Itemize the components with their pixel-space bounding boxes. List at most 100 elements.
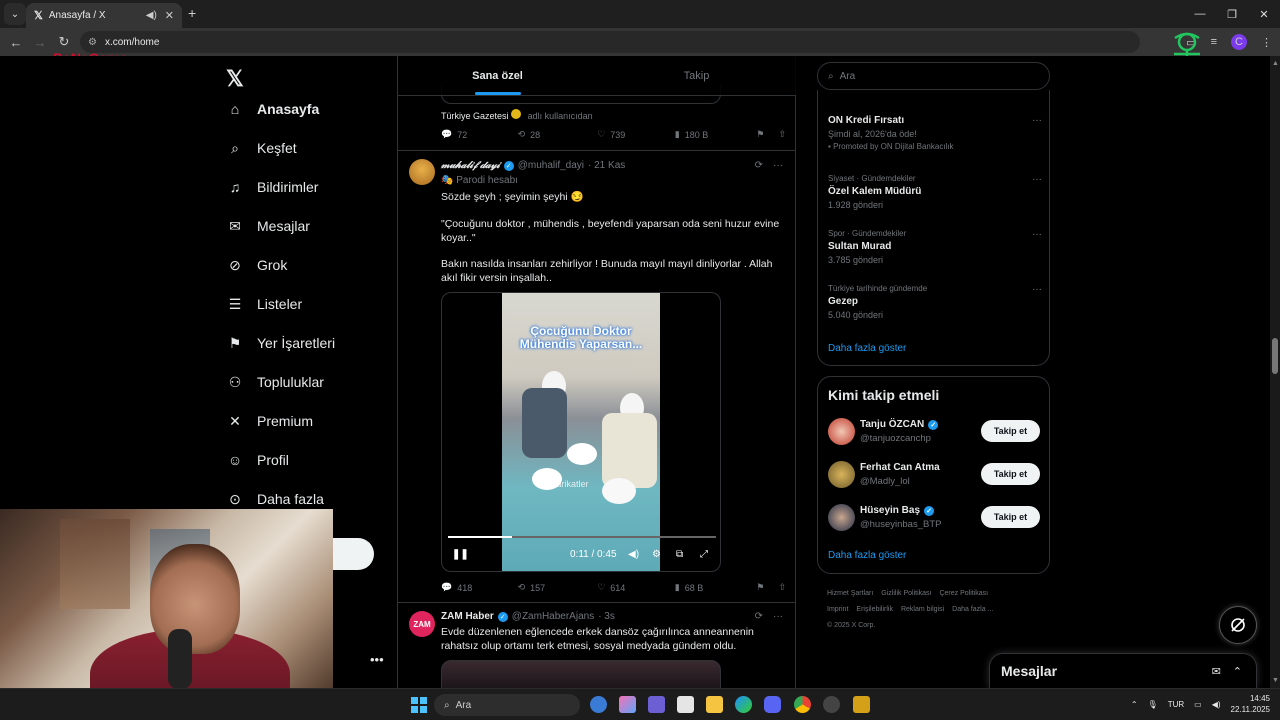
- nav-item-2[interactable]: ♫ Bildirimler: [226, 178, 319, 196]
- follow-button[interactable]: Takip et: [981, 463, 1040, 485]
- account-more-icon[interactable]: •••: [370, 652, 384, 667]
- suggestion-row[interactable]: Tanju ÖZCAN ✓ @tanjuozcanchp Takip et: [828, 417, 1040, 447]
- retweet-button[interactable]: ⟲ 28: [518, 129, 598, 140]
- share-icon[interactable]: ⇧: [778, 582, 786, 593]
- views-button[interactable]: ▮ 180 B: [675, 129, 757, 140]
- grok-fab[interactable]: [1219, 606, 1257, 644]
- like-button[interactable]: ♡ 614: [597, 582, 675, 593]
- minimize-icon[interactable]: —: [1184, 0, 1216, 28]
- trend-item[interactable]: ON Kredi Fırsatı Şimdi al, 2026'da öde! …: [828, 115, 1042, 151]
- views-button[interactable]: ▮ 68 B: [675, 582, 757, 593]
- tweet2-avatar[interactable]: ZAM: [409, 611, 435, 637]
- bookmark-icon[interactable]: ⚑: [756, 582, 764, 593]
- nav-item-4[interactable]: ⊘ Grok: [226, 256, 287, 274]
- trends-show-more[interactable]: Daha fazla göster: [828, 343, 906, 354]
- settings-icon[interactable]: ⚙: [652, 549, 661, 560]
- trend-more-icon[interactable]: ···: [1032, 174, 1042, 185]
- expand-up-icon[interactable]: ⌃: [1233, 665, 1242, 678]
- tweet2-time[interactable]: · 3s: [598, 611, 615, 622]
- tweet-time[interactable]: · 21 Kas: [588, 160, 625, 171]
- nav-item-5[interactable]: ☰ Listeler: [226, 295, 302, 313]
- folder-icon[interactable]: [706, 696, 723, 713]
- tweet-avatar[interactable]: [409, 159, 435, 185]
- nav-item-7[interactable]: ⚇ Topluluklar: [226, 373, 324, 391]
- nav-item-6[interactable]: ⚑ Yer İşaretleri: [226, 334, 335, 352]
- grok-explain-icon[interactable]: ⟳: [755, 160, 763, 171]
- taskbar-search[interactable]: ⌕ Ara: [434, 694, 580, 716]
- profile-avatar[interactable]: C: [1231, 34, 1247, 50]
- suggestion-row[interactable]: Hüseyin Baş ✓ @huseyinbas_BTP Takip et: [828, 503, 1040, 533]
- pip-icon[interactable]: ⧉: [676, 549, 683, 560]
- volume-icon[interactable]: ◀): [628, 549, 639, 560]
- app-icon[interactable]: [853, 696, 870, 713]
- back-icon[interactable]: ←: [4, 35, 28, 50]
- scroll-up-icon[interactable]: ▲: [1272, 60, 1279, 67]
- fullscreen-icon[interactable]: ⤢: [700, 549, 708, 560]
- tweet-author-name[interactable]: 𝓂𝓊𝒽𝒶𝓁𝒾𝒻 𝒹𝒶𝓎𝒾: [441, 160, 500, 171]
- tweet-more-icon[interactable]: ···: [773, 160, 783, 171]
- share-icon[interactable]: ⇧: [778, 129, 786, 140]
- tweet-more-icon[interactable]: ···: [773, 611, 783, 622]
- chrome-icon[interactable]: [794, 696, 811, 713]
- clock[interactable]: 14:45 22.11.2025: [1231, 693, 1270, 715]
- nav-item-9[interactable]: ☺ Profil: [226, 451, 289, 469]
- new-message-icon[interactable]: ✉: [1212, 665, 1221, 678]
- mic-icon[interactable]: 🎙: [1148, 700, 1158, 709]
- scrollbar-thumb[interactable]: [1272, 338, 1278, 374]
- copilot-icon[interactable]: [619, 696, 636, 713]
- tweet-author-handle[interactable]: @muhalif_dayi: [518, 160, 584, 171]
- tweet2-author-handle[interactable]: @ZamHaberAjans: [512, 611, 594, 622]
- close-window-icon[interactable]: ✕: [1248, 0, 1280, 28]
- suggestion-row[interactable]: Ferhat Can Atma @Madly_lol Takip et: [828, 460, 1040, 490]
- trend-more-icon[interactable]: ···: [1032, 115, 1042, 126]
- reply-button[interactable]: 💬 418: [441, 582, 518, 593]
- address-bar[interactable]: ⚙ x.com/home: [80, 31, 1140, 53]
- like-button[interactable]: ♡ 739: [597, 129, 675, 140]
- video-progress[interactable]: [448, 536, 716, 538]
- tweet2-media[interactable]: [441, 660, 721, 688]
- trend-item[interactable]: Spor · Gündemdekiler Sultan Murad 3.785 …: [828, 229, 1042, 265]
- store-icon[interactable]: [677, 696, 694, 713]
- messages-dock[interactable]: Mesajlar ✉ ⌃: [989, 653, 1257, 688]
- nav-item-3[interactable]: ✉ Mesajlar: [226, 217, 310, 235]
- grok-explain-icon[interactable]: ⟳: [755, 611, 763, 622]
- trend-item[interactable]: Siyaset · Gündemdekiler Özel Kalem Müdür…: [828, 174, 1042, 210]
- follow-button[interactable]: Takip et: [981, 506, 1040, 528]
- bookmark-icon[interactable]: ⚑: [756, 129, 764, 140]
- tab-following[interactable]: Takip: [597, 56, 796, 95]
- browser-tab[interactable]: 𝕏 Anasayfa / X ◀) ✕: [26, 3, 182, 28]
- forward-icon[interactable]: →: [28, 35, 52, 50]
- volume-icon[interactable]: ◀): [1212, 700, 1221, 709]
- tab-for-you[interactable]: Sana özel: [398, 56, 597, 95]
- tweet-video[interactable]: Çocuğunu Doktor Mühendis Yaparsan... tar…: [441, 292, 721, 572]
- teams-icon[interactable]: [648, 696, 665, 713]
- retweet-button[interactable]: ⟲ 157: [518, 582, 598, 593]
- nav-item-10[interactable]: ⊙ Daha fazla: [226, 490, 324, 508]
- scroll-down-icon[interactable]: ▼: [1272, 677, 1279, 684]
- x-logo-icon[interactable]: 𝕏: [226, 66, 244, 92]
- maximize-icon[interactable]: ❐: [1216, 0, 1248, 28]
- app-icon[interactable]: [590, 696, 607, 713]
- search-input[interactable]: ⌕ Ara: [817, 62, 1050, 90]
- discord-icon[interactable]: [764, 696, 781, 713]
- edge-icon[interactable]: [735, 696, 752, 713]
- trend-more-icon[interactable]: ···: [1032, 229, 1042, 240]
- nav-item-8[interactable]: ✕ Premium: [226, 412, 313, 430]
- new-tab-icon[interactable]: +: [188, 5, 196, 21]
- app-icon[interactable]: [823, 696, 840, 713]
- pause-icon[interactable]: ❚❚: [452, 549, 469, 560]
- windows-start-icon[interactable]: [411, 697, 427, 713]
- speaker-icon[interactable]: ◀): [146, 10, 157, 21]
- reload-icon[interactable]: ↻: [52, 34, 76, 50]
- network-icon[interactable]: ▭: [1194, 700, 1202, 709]
- language-indicator[interactable]: TUR: [1168, 700, 1184, 709]
- close-tab-icon[interactable]: ✕: [165, 9, 174, 22]
- tweet2-author-name[interactable]: ZAM Haber: [441, 611, 494, 622]
- site-info-icon[interactable]: ⚙: [88, 37, 97, 48]
- nav-item-1[interactable]: ⌕ Keşfet: [226, 139, 297, 157]
- browser-menu-icon[interactable]: ⋮: [1261, 36, 1272, 49]
- wtf-show-more[interactable]: Daha fazla göster: [828, 550, 906, 561]
- media-control-icon[interactable]: ≡: [1211, 36, 1217, 48]
- page-scrollbar[interactable]: ▲ ▼: [1270, 56, 1280, 688]
- trend-more-icon[interactable]: ···: [1032, 284, 1042, 295]
